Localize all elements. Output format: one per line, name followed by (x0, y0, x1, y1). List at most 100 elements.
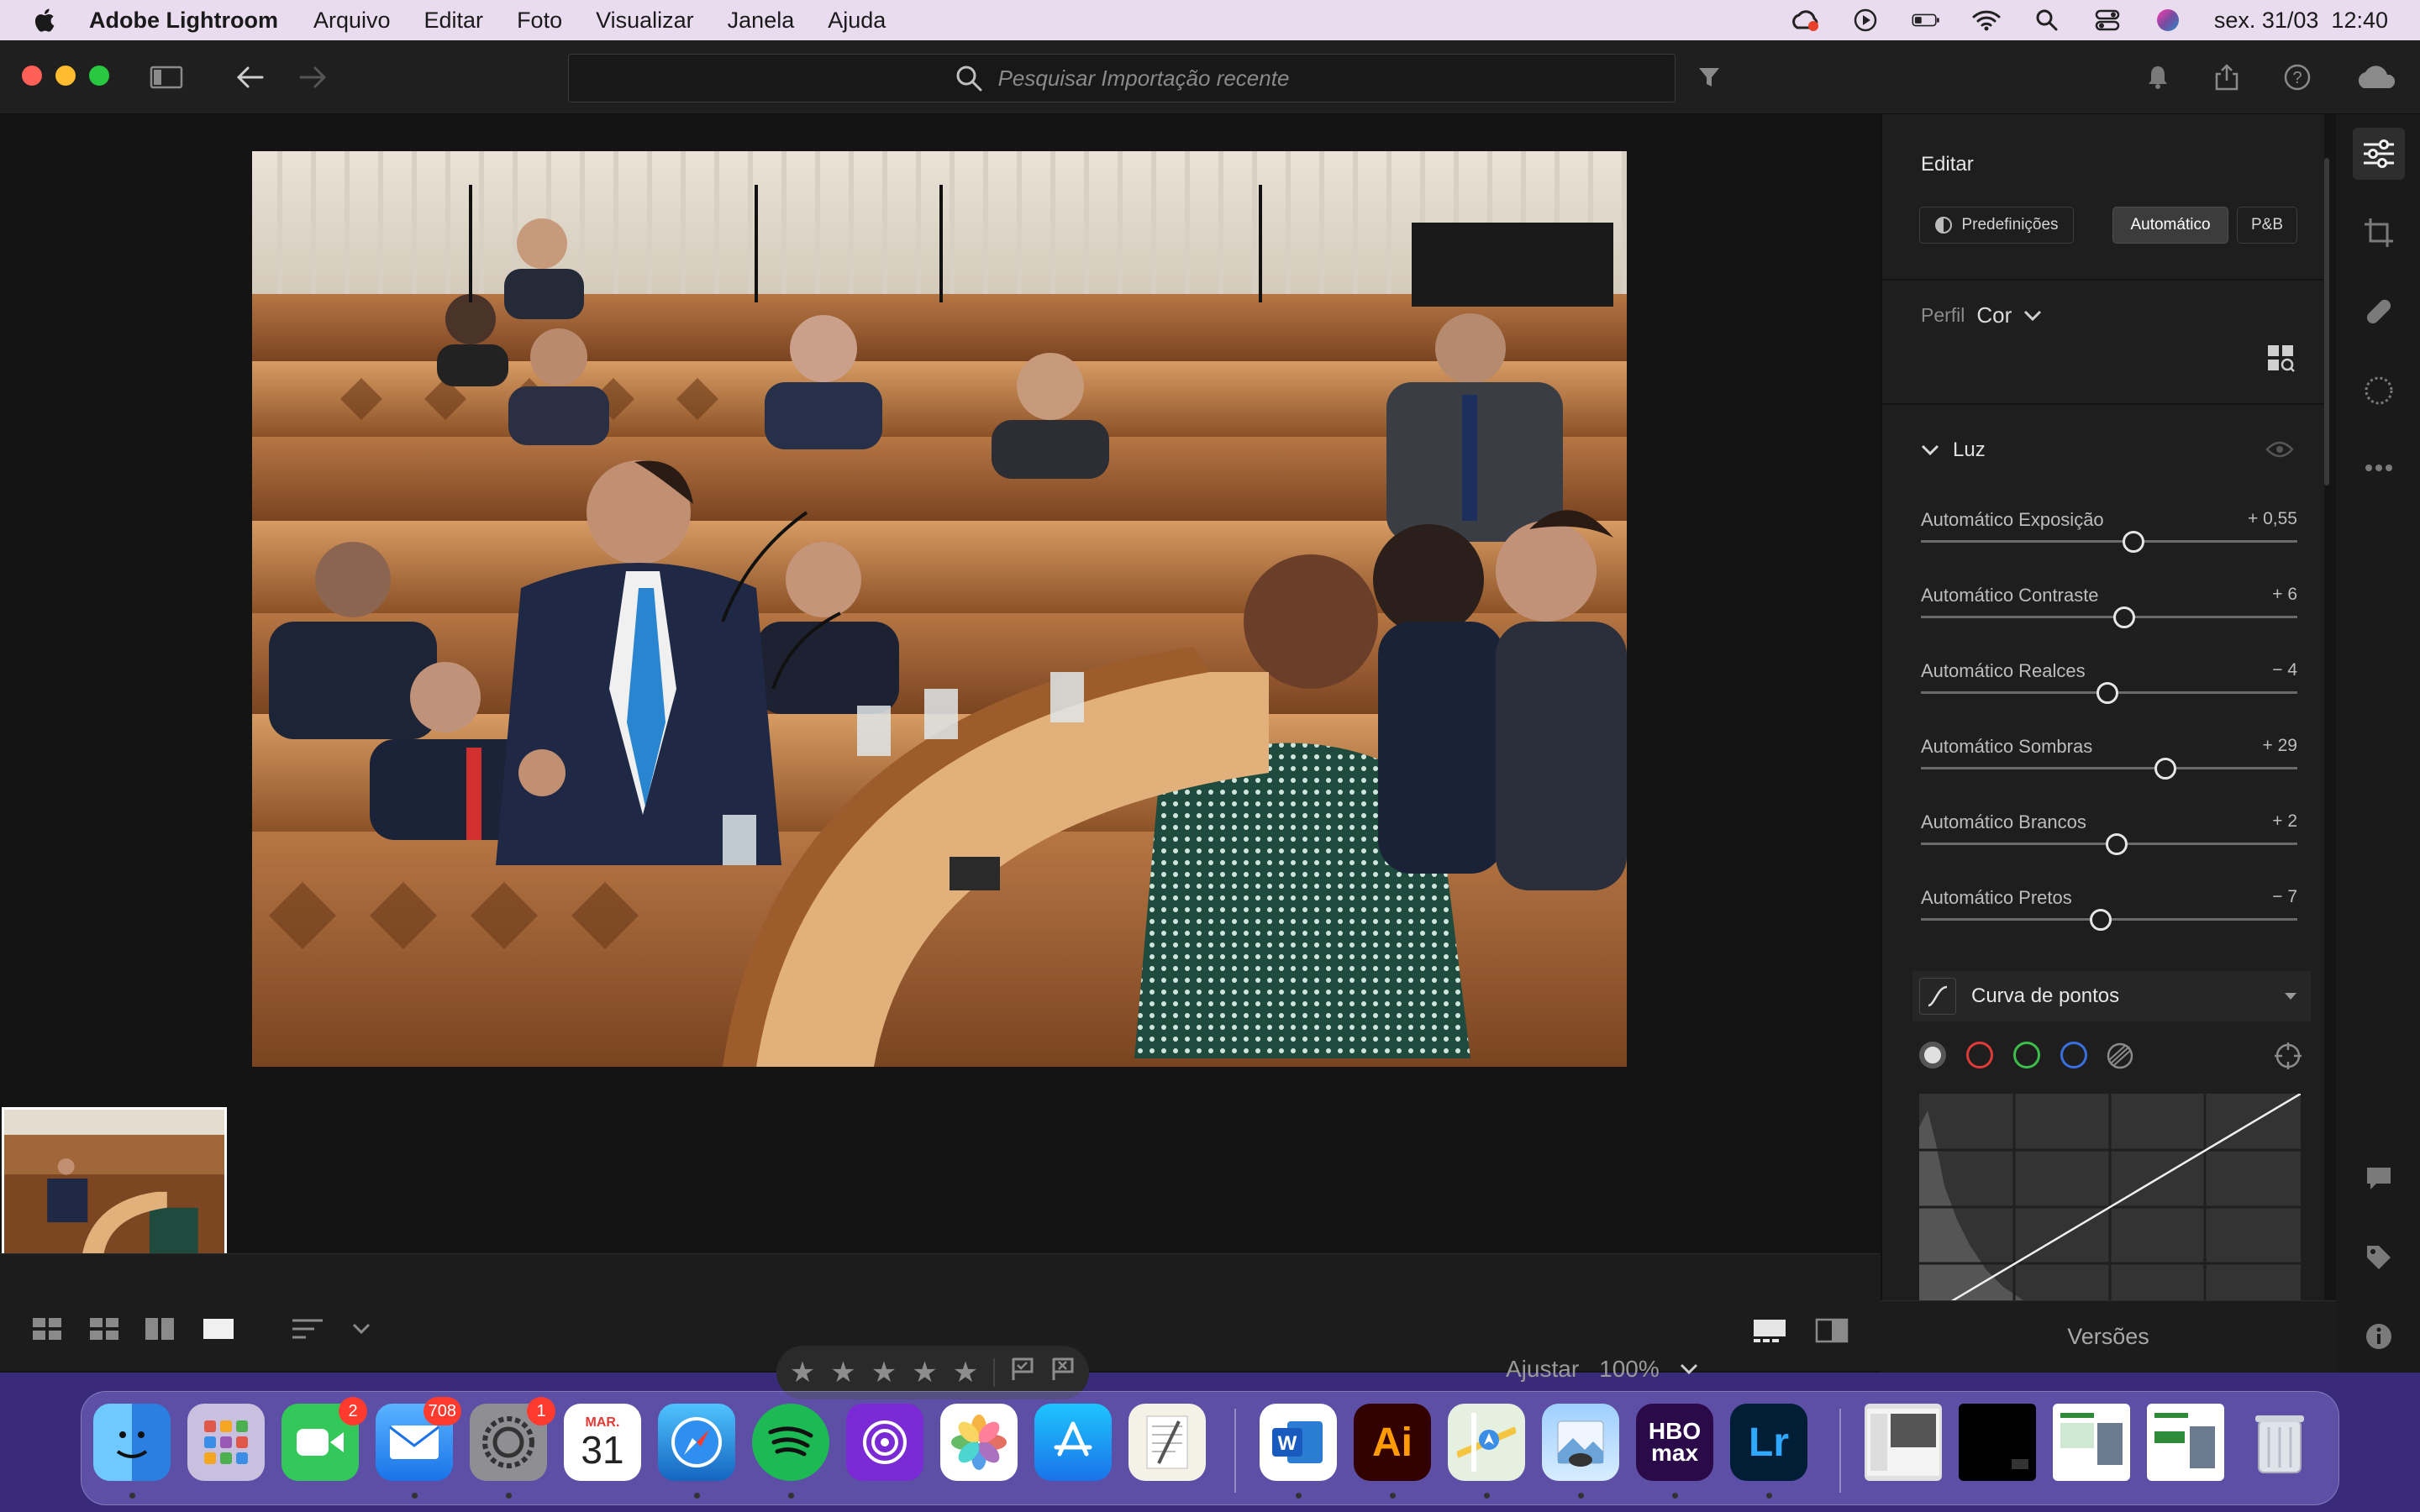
versions-button[interactable]: Versões (1881, 1300, 2336, 1373)
spotlight-search-icon[interactable] (2033, 8, 2061, 33)
hbo-max-dock-icon[interactable]: HBO max (1636, 1404, 1713, 1481)
menu-visualizar[interactable]: Visualizar (596, 8, 694, 34)
finder-dock-icon[interactable] (93, 1404, 171, 1481)
highlights-slider[interactable]: Automático Realces − 4 (1921, 660, 2297, 736)
zoom-control[interactable]: Ajustar 100% (1506, 1356, 1698, 1383)
blue-channel-button[interactable] (2060, 1042, 2087, 1068)
slider-knob[interactable] (2090, 909, 2112, 931)
mail-dock-icon[interactable]: 708 (376, 1397, 461, 1481)
slider-value[interactable]: + 0,55 (2248, 509, 2297, 529)
app-store-dock-icon[interactable] (1034, 1404, 1112, 1481)
photos-dock-icon[interactable] (940, 1404, 1018, 1481)
slider-value[interactable]: + 29 (2263, 736, 2297, 756)
light-section-header[interactable]: Luz (1921, 438, 1986, 462)
cloud-sync-icon[interactable] (2351, 59, 2402, 96)
main-photo[interactable] (252, 151, 1627, 1067)
help-icon[interactable]: ? (2279, 59, 2316, 96)
slider-knob[interactable] (2123, 531, 2145, 553)
star-2-icon[interactable]: ★ (830, 1356, 855, 1389)
slider-value[interactable]: + 2 (2272, 811, 2297, 832)
minimized-document-thumbnail[interactable] (2053, 1404, 2130, 1481)
slider-track[interactable] (1921, 767, 2297, 769)
forward-arrow-icon[interactable] (294, 59, 331, 96)
slider-knob[interactable] (2096, 682, 2118, 704)
zoom-percent[interactable]: 100% (1599, 1356, 1660, 1383)
minimized-window-thumbnail[interactable] (1865, 1404, 1942, 1481)
star-5-icon[interactable]: ★ (953, 1356, 978, 1389)
slider-knob[interactable] (2105, 833, 2128, 855)
filter-icon[interactable] (1691, 59, 1728, 96)
maximize-window-button[interactable] (89, 66, 109, 86)
photo-grid-view-icon[interactable] (87, 1312, 121, 1346)
light-chevron-down-icon[interactable] (1921, 444, 1939, 456)
minimized-window-thumbnail[interactable] (1959, 1404, 2036, 1481)
maps-dock-icon[interactable] (1448, 1404, 1525, 1481)
info-icon[interactable] (2353, 1310, 2405, 1362)
facetime-dock-icon[interactable]: 2 (281, 1397, 367, 1481)
sidebar-toggle-icon[interactable] (148, 59, 185, 96)
safari-dock-icon[interactable] (658, 1404, 735, 1481)
zoom-fit-label[interactable]: Ajustar (1506, 1356, 1579, 1383)
keyword-tag-icon[interactable] (2353, 1231, 2405, 1284)
lightroom-dock-icon[interactable]: Lr (1730, 1404, 1807, 1481)
illustrator-dock-icon[interactable]: Ai (1354, 1404, 1431, 1481)
before-after-compare-icon[interactable] (1813, 1314, 1850, 1347)
comments-icon[interactable] (2353, 1152, 2405, 1205)
pick-flag-icon[interactable] (1010, 1357, 1035, 1389)
control-center-icon[interactable] (2093, 8, 2122, 33)
slider-value[interactable]: − 7 (2272, 887, 2297, 907)
podcasts-dock-icon[interactable] (846, 1404, 923, 1481)
whites-slider[interactable]: Automático Brancos + 2 (1921, 811, 2297, 887)
profile-browser-icon[interactable] (2264, 341, 2297, 375)
slider-knob[interactable] (2112, 606, 2135, 628)
slider-track[interactable] (1921, 616, 2297, 618)
sort-icon[interactable] (291, 1312, 324, 1346)
menu-foto[interactable]: Foto (517, 8, 562, 34)
minimize-window-button[interactable] (55, 66, 76, 86)
creative-cloud-icon[interactable] (1791, 8, 1819, 33)
target-adjust-icon[interactable] (2274, 1042, 2302, 1074)
filmstrip-toggle-icon[interactable] (1751, 1314, 1788, 1347)
calendar-dock-icon[interactable]: MAR. 31 (564, 1404, 641, 1481)
profile-row[interactable]: Perfil Cor (1921, 302, 2042, 328)
siri-icon[interactable] (2154, 8, 2182, 33)
edit-sliders-icon[interactable] (2353, 128, 2405, 180)
trash-dock-icon[interactable] (2241, 1404, 2318, 1481)
visibility-eye-icon[interactable] (2265, 440, 2294, 463)
preview-dock-icon[interactable] (1542, 1404, 1619, 1481)
profile-chevron-down-icon[interactable] (2023, 310, 2042, 322)
crop-icon[interactable] (2353, 207, 2405, 259)
curve-dropdown-icon[interactable] (2284, 992, 2297, 1000)
slider-knob[interactable] (2154, 758, 2177, 780)
panel-scrollbar[interactable] (2324, 158, 2329, 486)
shadows-slider[interactable]: Automático Sombras + 29 (1921, 736, 2297, 811)
minimized-document-thumbnail[interactable] (2147, 1404, 2224, 1481)
point-curve-header[interactable]: Curva de pontos (1912, 971, 2311, 1021)
menubar-clock[interactable]: sex. 31/03 12:40 (2214, 8, 2388, 34)
blacks-slider[interactable]: Automático Pretos − 7 (1921, 887, 2297, 963)
parametric-curve-icon[interactable] (2106, 1042, 2134, 1074)
apple-icon[interactable] (30, 5, 60, 35)
notifications-bell-icon[interactable] (2139, 59, 2176, 96)
masking-icon[interactable] (2353, 365, 2405, 417)
photo-canvas[interactable] (0, 114, 1879, 1319)
textedit-dock-icon[interactable] (1128, 1404, 1206, 1481)
menu-janela[interactable]: Janela (728, 8, 795, 34)
red-channel-button[interactable] (1966, 1042, 1993, 1068)
app-name-menu[interactable]: Adobe Lightroom (89, 8, 278, 34)
more-options-icon[interactable] (2353, 442, 2405, 494)
presets-button[interactable]: Predefinições (1919, 207, 2074, 244)
system-settings-dock-icon[interactable]: 1 (470, 1397, 555, 1481)
star-4-icon[interactable]: ★ (912, 1356, 937, 1389)
menu-ajuda[interactable]: Ajuda (828, 8, 886, 34)
sort-chevron-down-icon[interactable] (345, 1312, 378, 1346)
single-photo-view-icon[interactable] (202, 1312, 235, 1346)
profile-value[interactable]: Cor (1976, 302, 2012, 328)
healing-bandage-icon[interactable] (2353, 286, 2405, 338)
slider-track[interactable] (1921, 540, 2297, 543)
back-arrow-icon[interactable] (232, 59, 269, 96)
exposure-slider[interactable]: Automático Exposição + 0,55 (1921, 509, 2297, 585)
share-icon[interactable] (2208, 59, 2245, 96)
detail-view-icon[interactable] (143, 1312, 176, 1346)
curve-icon[interactable] (1919, 978, 1956, 1015)
